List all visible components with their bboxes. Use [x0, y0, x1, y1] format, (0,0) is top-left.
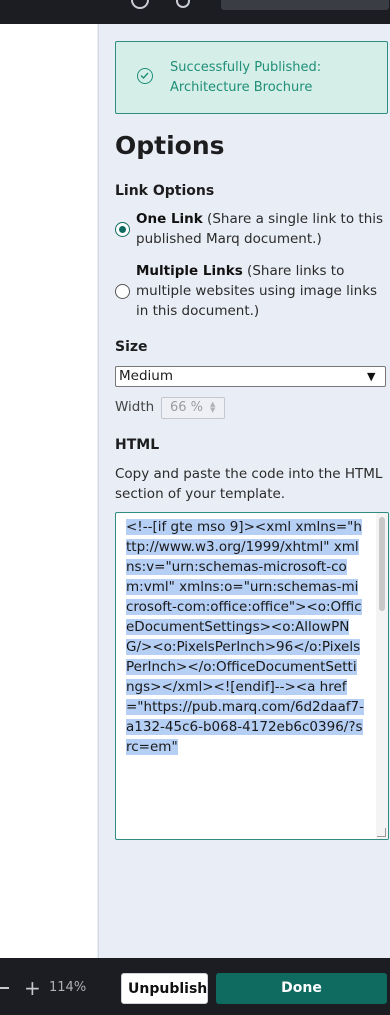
- html-label: HTML: [115, 437, 160, 453]
- help-icon[interactable]: [131, 0, 149, 9]
- top-action-button[interactable]: [221, 0, 389, 10]
- zoom-out-icon[interactable]: [0, 987, 9, 989]
- multiple-links-option[interactable]: Multiple Links (Share links to multiple …: [136, 261, 384, 321]
- html-description: Copy and paste the code into the HTML se…: [115, 466, 383, 502]
- one-link-radio[interactable]: [115, 222, 130, 237]
- code-scrollbar-thumb[interactable]: [379, 517, 385, 611]
- zoom-level[interactable]: 114%: [49, 980, 86, 995]
- width-stepper-icon: ▲ ▼: [210, 400, 216, 414]
- top-toolbar: [0, 0, 390, 24]
- link-options-label: Link Options: [115, 183, 215, 199]
- caret-down-icon[interactable]: ▼: [367, 370, 375, 383]
- html-code-selection: <!--[if gte mso 9]><xml xmlns="http://ww…: [126, 519, 364, 755]
- width-input: 66 %: [161, 397, 225, 419]
- success-line-1: Successfully Published:: [170, 60, 322, 75]
- zoom-in-icon[interactable]: +: [24, 975, 41, 1001]
- one-link-label: One Link: [136, 211, 203, 227]
- one-link-option[interactable]: One Link (Share a single link to this pu…: [136, 209, 384, 249]
- done-button[interactable]: Done: [216, 973, 387, 1004]
- multiple-links-label: Multiple Links: [136, 263, 243, 279]
- code-scrollbar[interactable]: [376, 513, 388, 839]
- resize-grip-icon[interactable]: [377, 828, 386, 837]
- success-line-2: Architecture Brochure: [170, 80, 313, 95]
- html-code-textarea[interactable]: <!--[if gte mso 9]><xml xmlns="http://ww…: [115, 512, 389, 840]
- check-circle-icon: [137, 68, 153, 84]
- unpublish-button[interactable]: Unpublish: [121, 973, 208, 1004]
- html-code-text[interactable]: <!--[if gte mso 9]><xml xmlns="http://ww…: [126, 517, 364, 757]
- success-message: Successfully Published: Architecture Bro…: [170, 58, 380, 98]
- options-heading: Options: [115, 131, 225, 160]
- size-label: Size: [115, 339, 148, 355]
- document-canvas[interactable]: [0, 24, 97, 958]
- account-icon[interactable]: [176, 0, 190, 8]
- width-label: Width: [115, 399, 155, 415]
- multiple-links-radio[interactable]: [115, 284, 130, 299]
- size-select[interactable]: Medium: [115, 366, 386, 387]
